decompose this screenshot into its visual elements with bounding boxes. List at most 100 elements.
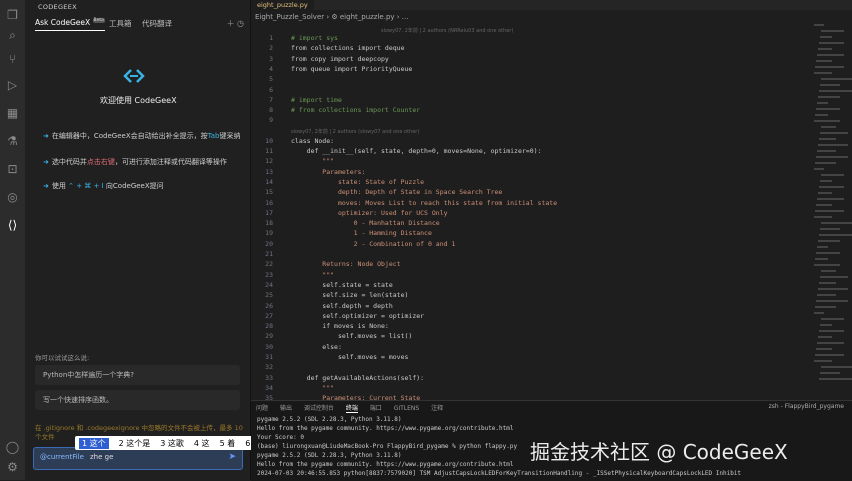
run-debug-icon[interactable]: ▷: [5, 78, 20, 93]
ime-candidate[interactable]: 3 这歌: [160, 438, 184, 449]
gitlens-icon[interactable]: ◎: [5, 190, 20, 205]
code-line[interactable]: self.moves = list(): [291, 332, 412, 340]
minimap-line: [819, 378, 852, 380]
line-number: 14: [265, 177, 273, 186]
tip-shortcut: ➜ 使用 ⌃ + ⌘ + I 向CodeGeeX提问: [43, 181, 243, 191]
terminal-name[interactable]: zsh - FlappyBird_pygame: [769, 403, 844, 410]
code-line[interactable]: else:: [291, 343, 342, 351]
panel-tab-debug[interactable]: 调试控制台: [304, 405, 334, 412]
code-line[interactable]: """: [291, 271, 334, 279]
minimap-line: [814, 24, 824, 26]
code-line[interactable]: def __init__(self, state, depth=0, moves…: [291, 147, 542, 155]
panel-tabs: 问题 输出 调试控制台 终端 端口 GITLENS 注释: [256, 403, 453, 413]
code-line[interactable]: # import sys: [291, 34, 338, 42]
line-number: 28: [265, 322, 273, 331]
beta-badge: Beta: [92, 18, 105, 23]
tip-text: 向CodeGeeX提问: [103, 182, 164, 190]
editor-tab[interactable]: eight_puzzle.py: [251, 0, 314, 10]
minimap-line: [819, 234, 852, 236]
codelens-authors[interactable]: slowy07, 2年前 | 2 authors (slowy07 and on…: [291, 128, 419, 135]
source-control-icon[interactable]: ⑂: [5, 52, 20, 67]
code-line[interactable]: # from collections import Counter: [291, 106, 420, 114]
code-line[interactable]: from queue import PriorityQueue: [291, 65, 412, 73]
tip-key: 点击右键: [86, 158, 115, 166]
tip-text: 在编辑器中，CodeGeeX会自动给出补全提示，按: [51, 132, 208, 140]
search-icon[interactable]: ⌕: [5, 28, 20, 43]
tip-tab-accept: ➜ 在编辑器中，CodeGeeX会自动给出补全提示，按Tab键采纳: [43, 131, 243, 141]
ime-candidate[interactable]: 1 这个: [79, 437, 109, 449]
terminal-line: Hello from the pygame community. https:/…: [257, 461, 514, 468]
ime-candidate[interactable]: 5 着: [220, 438, 236, 449]
code-line[interactable]: optimizer: Used for UCS Only: [291, 209, 448, 217]
explorer-icon[interactable]: ❐: [5, 8, 20, 23]
code-line[interactable]: if moves is None:: [291, 322, 389, 330]
line-number: 34: [265, 383, 273, 392]
minimap-line: [814, 72, 832, 74]
testing-icon[interactable]: ⚗: [5, 134, 20, 149]
line-number: 13: [265, 167, 273, 176]
minimap-line: [819, 90, 852, 92]
code-line[interactable]: depth: Depth of State in Space Search Tr…: [291, 188, 502, 196]
settings-gear-icon[interactable]: ⚙: [5, 460, 20, 475]
panel-tab-problems[interactable]: 问题: [256, 405, 268, 412]
code-line[interactable]: moves: Moves List to reach this state fr…: [291, 199, 557, 207]
panel-tab-ports[interactable]: 端口: [370, 405, 382, 412]
ime-candidate[interactable]: 2 这个是: [119, 438, 151, 449]
minimap-line: [815, 114, 828, 116]
send-icon[interactable]: ➤: [228, 452, 236, 462]
suggestion-item[interactable]: Python中怎样遍历一个字典?: [35, 365, 240, 385]
panel-tab-gitlens[interactable]: GITLENS: [394, 405, 420, 412]
minimap-line: [820, 180, 832, 182]
suggestion-item[interactable]: 写一个快速排序函数。: [35, 390, 240, 410]
code-line[interactable]: self.size = len(state): [291, 291, 408, 299]
minimap-line: [818, 144, 848, 146]
code-line[interactable]: """: [291, 384, 334, 392]
minimap-line: [820, 276, 848, 278]
line-number: 30: [265, 342, 273, 351]
current-file-tag[interactable]: @currentFile: [40, 453, 84, 461]
code-line[interactable]: class Node:: [291, 137, 334, 145]
tab-toolbox[interactable]: 工具箱: [109, 18, 132, 29]
tab-code-translate[interactable]: 代码翻译: [142, 18, 172, 29]
ime-candidate[interactable]: 4 这: [194, 438, 210, 449]
remote-icon[interactable]: ⊡: [5, 162, 20, 177]
code-line[interactable]: """: [291, 157, 334, 165]
code-line[interactable]: # import time: [291, 96, 342, 104]
arrow-icon: ➜: [43, 158, 49, 166]
panel-tab-comments[interactable]: 注释: [431, 405, 443, 412]
code-line[interactable]: def getAvailableActions(self):: [291, 374, 424, 382]
line-number: 23: [265, 270, 273, 279]
extensions-icon[interactable]: ▦: [5, 106, 20, 121]
minimap-line: [815, 258, 828, 260]
code-line[interactable]: 2 - Combination of 0 and 1: [291, 240, 456, 248]
panel-tab-terminal[interactable]: 终端: [345, 405, 358, 413]
line-number: 33: [265, 373, 273, 382]
code-line[interactable]: from collections import deque: [291, 44, 405, 52]
line-number: 11: [265, 147, 273, 155]
panel-tab-output[interactable]: 输出: [280, 405, 292, 412]
code-line[interactable]: self.moves = moves: [291, 353, 408, 361]
code-line[interactable]: self.state = state: [291, 281, 392, 289]
code-line[interactable]: Returns: Node Object: [291, 260, 400, 268]
arrow-icon: ➜: [43, 182, 49, 190]
code-line[interactable]: state: State of Puzzle: [291, 178, 424, 186]
code-line[interactable]: self.optimizer = optimizer: [291, 312, 424, 320]
chat-input[interactable]: @currentFile zhe ge ➤: [33, 447, 243, 470]
code-line[interactable]: Parameters:: [291, 168, 365, 176]
line-number: 15: [265, 188, 273, 197]
breadcrumb[interactable]: Eight_Puzzle_Solver › ⚙ eight_puzzle.py …: [255, 13, 408, 21]
code-line[interactable]: self.depth = depth: [291, 302, 392, 310]
codegeex-icon[interactable]: ⟨⟩: [5, 218, 20, 233]
tab-ask-codegeex[interactable]: Ask CodeGeeX Beta: [35, 18, 105, 31]
history-icon[interactable]: ◷: [237, 19, 244, 28]
new-chat-icon[interactable]: ＋: [226, 19, 234, 28]
minimap[interactable]: [812, 24, 852, 394]
account-icon[interactable]: ◯: [5, 440, 20, 455]
line-number: 16: [265, 198, 273, 207]
code-line[interactable]: 1 - Hamming Distance: [291, 229, 432, 237]
terminal-line: pygame 2.5.2 (SDL 2.28.3, Python 3.11.8): [257, 416, 402, 423]
minimap-line: [817, 102, 828, 104]
code-line[interactable]: 0 - Manhattan Distance: [291, 219, 440, 227]
code-line[interactable]: from copy import deepcopy: [291, 55, 389, 63]
codelens-authors[interactable]: slowy07, 2年前 | 2 authors (NRRelu03 and o…: [381, 27, 513, 34]
